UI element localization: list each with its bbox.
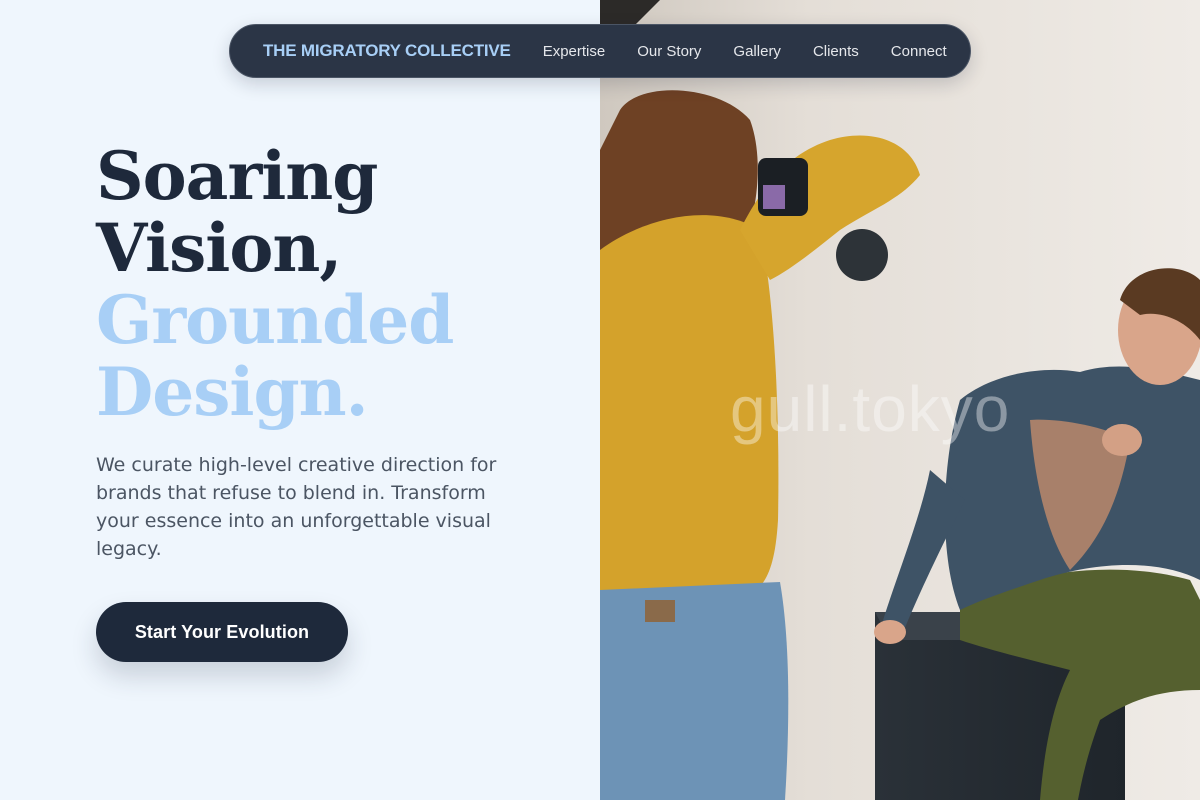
headline-line-3: Grounded	[96, 281, 454, 359]
nav-link-expertise[interactable]: Expertise	[543, 43, 606, 60]
nav-link-gallery[interactable]: Gallery	[733, 43, 781, 60]
headline-line-4: Design.	[96, 353, 369, 431]
page: Soaring Vision, Grounded Design. We cura…	[0, 0, 1200, 800]
nav-link-our-story[interactable]: Our Story	[637, 43, 701, 60]
hero-section: Soaring Vision, Grounded Design. We cura…	[0, 0, 600, 800]
photo-scene	[600, 0, 1200, 800]
start-evolution-button[interactable]: Start Your Evolution	[96, 602, 348, 662]
nav-link-clients[interactable]: Clients	[813, 43, 859, 60]
hero-headline: Soaring Vision, Grounded Design.	[96, 140, 576, 428]
headline-line-1: Soaring	[96, 137, 378, 215]
brand-logo-link[interactable]: THE MIGRATORY COLLECTIVE	[263, 41, 511, 61]
top-navigation: THE MIGRATORY COLLECTIVE Expertise Our S…	[229, 24, 971, 78]
hero-description: We curate high-level creative direction …	[96, 454, 497, 560]
nav-link-connect[interactable]: Connect	[891, 43, 947, 60]
headline-line-2: Vision,	[96, 209, 342, 287]
hero-photo: gull.tokyo	[600, 0, 1200, 800]
